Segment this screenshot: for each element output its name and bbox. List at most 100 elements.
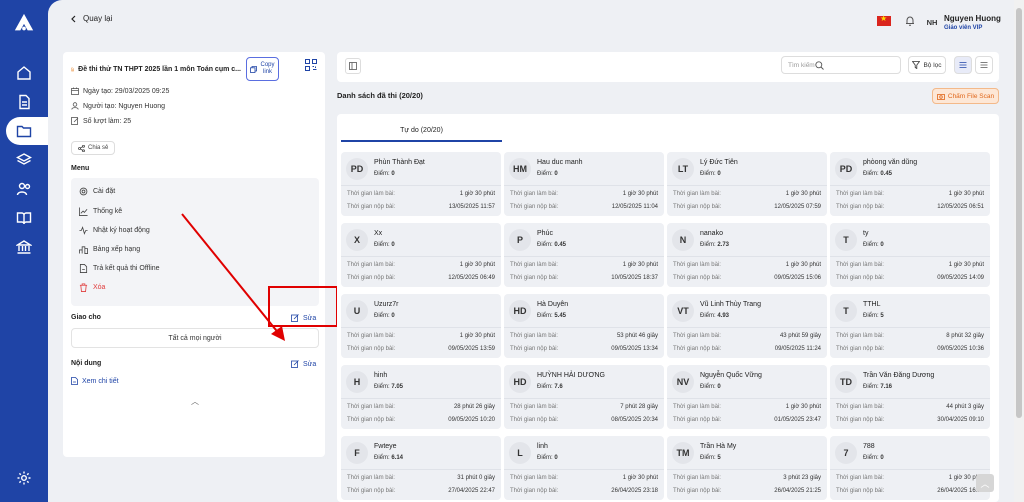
- copy-link-button[interactable]: Copy link: [246, 57, 279, 81]
- settings-gear-icon[interactable]: [16, 470, 32, 486]
- student-card[interactable]: Hhinh Điểm: 7.05 Thời gian làm bài: 28 phút…: [341, 365, 501, 429]
- score-label: Điểm:: [863, 313, 879, 319]
- share-icon: [78, 144, 85, 152]
- toggle-panel-button[interactable]: [345, 58, 361, 74]
- duration-label: Thời gian làm bài:: [836, 262, 884, 268]
- grid-view-button[interactable]: [954, 56, 972, 74]
- submitted-value: 09/05/2025 13:34: [611, 346, 658, 352]
- student-name: Fwteye: [374, 443, 397, 450]
- student-avatar: 7: [835, 442, 857, 464]
- student-card[interactable]: HD HUỲNH HẢI DƯƠNG Điểm: 7.6 Thời gian làm …: [504, 365, 664, 429]
- student-score: Điểm: 6.14: [374, 455, 403, 461]
- student-card[interactable]: Llinh Điểm: 0 Thời gian làm bài: 1 giờ 30 p…: [504, 436, 664, 500]
- submitted-label: Thời gian nộp bài:: [347, 346, 396, 352]
- card-divider: [830, 398, 990, 399]
- score-value: 0: [880, 455, 884, 461]
- page-scrollbar[interactable]: [1014, 0, 1024, 502]
- exam-title-text: Đề thi thử TN THPT 2025 lần 1 môn Toán c…: [78, 66, 241, 73]
- search-input[interactable]: Tìm kiếm: [781, 56, 901, 74]
- list-view-button[interactable]: [975, 56, 993, 74]
- scroll-top-button[interactable]: ︿: [976, 474, 994, 492]
- back-button[interactable]: Quay lại: [70, 14, 112, 23]
- submitted-value: 09/05/2025 10:36: [937, 346, 984, 352]
- student-name: phòong văn dũng: [863, 159, 918, 166]
- score-label: Điểm:: [700, 313, 716, 319]
- back-label: Quay lại: [83, 14, 113, 23]
- scrollbar-thumb[interactable]: [1016, 8, 1022, 418]
- student-card[interactable]: PD Phùn Thành Đạt Điểm: 0 Thời gian làm bài…: [341, 152, 501, 216]
- book-icon[interactable]: [14, 208, 34, 228]
- menu-item-statistics[interactable]: Thống kê: [79, 207, 122, 216]
- student-card[interactable]: LT Lý Đức Tiên Điểm: 0 Thời gian làm bài: 1 …: [667, 152, 827, 216]
- vietnam-flag-icon[interactable]: [877, 14, 891, 26]
- student-card[interactable]: TD Trần Văn Đăng Dương Điểm: 7.16 Thời gian…: [830, 365, 990, 429]
- duration-value: 7 phút 28 giây: [620, 404, 658, 410]
- student-card[interactable]: F Fwteye Điểm: 6.14 Thời gian làm bài: 31 ph…: [341, 436, 501, 500]
- content-edit-button[interactable]: Sửa: [291, 360, 316, 368]
- student-card[interactable]: HM Hau duc manh Điểm: 0 Thời gian làm bài: 1…: [504, 152, 664, 216]
- submitted-label: Thời gian nộp bài:: [673, 204, 722, 210]
- bank-icon[interactable]: [14, 237, 34, 257]
- trash-icon: [79, 283, 88, 292]
- home-icon[interactable]: [14, 63, 34, 83]
- menu-item-ranking[interactable]: Bảng xếp hạng: [79, 245, 140, 254]
- submitted-label: Thời gian nộp bài:: [836, 204, 885, 210]
- scan-grading-button[interactable]: Chấm File Scan: [932, 88, 999, 104]
- student-card[interactable]: 7 788 Điểm: 0 Thời gian làm bài: 1 giờ 30 ph…: [830, 436, 990, 500]
- student-card[interactable]: TM Trần Hà My Điểm: 5 Thời gian làm bài: 3 p…: [667, 436, 827, 500]
- users-icon[interactable]: [14, 179, 34, 199]
- student-name: Hà Duyên: [537, 301, 569, 308]
- student-score: Điểm: 5: [700, 455, 721, 461]
- user-name: Nguyen Huong: [944, 14, 1001, 23]
- menu-item-activity-log[interactable]: Nhật ký hoạt động: [79, 226, 150, 235]
- student-score: Điểm: 0.45: [537, 242, 566, 248]
- duration-label: Thời gian làm bài:: [347, 333, 395, 339]
- submitted-value: 09/05/2025 11:24: [774, 346, 821, 352]
- creator: Người tạo: Nguyen Huong: [71, 102, 165, 110]
- score-value: 0.45: [554, 242, 567, 248]
- score-label: Điểm:: [700, 242, 716, 248]
- student-card[interactable]: NV Nguyễn Quốc Vững Điểm: 0 Thời gian làm b…: [667, 365, 827, 429]
- student-score: Điểm: 5: [863, 313, 884, 319]
- student-score: Điểm: 0: [863, 242, 884, 248]
- score-label: Điểm:: [537, 313, 553, 319]
- document-icon[interactable]: [14, 92, 34, 112]
- student-card[interactable]: HD Hà Duyên Điểm: 5.45 Thời gian làm bài: 53…: [504, 294, 664, 358]
- tab-free[interactable]: Tự do (20/20): [341, 120, 502, 142]
- menu-item-offline-results[interactable]: Trả kết quả thi Offline: [79, 264, 160, 273]
- student-card[interactable]: PD phòong văn dũng Điểm: 0.45 Thời gian làm…: [830, 152, 990, 216]
- student-card[interactable]: Nnanako Điểm: 2.73 Thời gian làm bài: 1 giờ…: [667, 223, 827, 287]
- layers-icon[interactable]: [14, 150, 34, 170]
- share-button[interactable]: Chia sẻ: [71, 141, 116, 155]
- student-name: 788: [863, 443, 875, 450]
- assign-target[interactable]: Tất cả mọi người: [71, 328, 319, 348]
- student-card[interactable]: P Phúc Điểm: 0.45 Thời gian làm bài: 1 giờ 3…: [504, 223, 664, 287]
- submitted-value: 08/05/2025 20:34: [611, 417, 658, 423]
- score-value: 2.73: [717, 242, 730, 248]
- student-card[interactable]: VT Vũ Linh Thùy Trang Điểm: 4.93 Thời gian …: [667, 294, 827, 358]
- menu-heading: Menu: [71, 165, 90, 172]
- menu-item-settings[interactable]: Cài đặt: [79, 187, 115, 196]
- user-icon: [71, 102, 79, 110]
- student-card[interactable]: X Xx Điểm: 0 Thời gian làm bài: 1 giờ 30 phú…: [341, 223, 501, 287]
- qr-code-icon[interactable]: [305, 59, 317, 71]
- card-divider: [667, 398, 827, 399]
- app-logo-icon[interactable]: [13, 12, 35, 34]
- filter-button[interactable]: Bộ lọc: [908, 56, 946, 74]
- bell-icon[interactable]: [904, 15, 916, 27]
- user-avatar[interactable]: NH: [922, 12, 942, 32]
- student-name: hinh: [374, 372, 388, 379]
- folder-icon[interactable]: [14, 121, 34, 141]
- score-value: 5: [717, 455, 721, 461]
- view-detail-link[interactable]: Xem chi tiết: [71, 377, 119, 385]
- student-avatar: HD: [509, 371, 531, 393]
- student-card[interactable]: Tty Điểm: 0 Thời gian làm bài: 1 giờ 30 phú…: [830, 223, 990, 287]
- submitted-label: Thời gian nộp bài:: [673, 346, 722, 352]
- menu-item-delete[interactable]: Xóa: [79, 283, 105, 292]
- student-card[interactable]: U Uzurz7r Điểm: 0 Thời gian làm bài: 1 giờ 3…: [341, 294, 501, 358]
- collapse-chevron-icon[interactable]: ︿: [191, 396, 199, 407]
- student-card[interactable]: T TTHL Điểm: 5 Thời gian làm bài: 8 phút 32 …: [830, 294, 990, 358]
- student-avatar: L: [509, 442, 531, 464]
- score-value: 4.93: [717, 313, 730, 319]
- student-name: Hau duc manh: [537, 159, 583, 166]
